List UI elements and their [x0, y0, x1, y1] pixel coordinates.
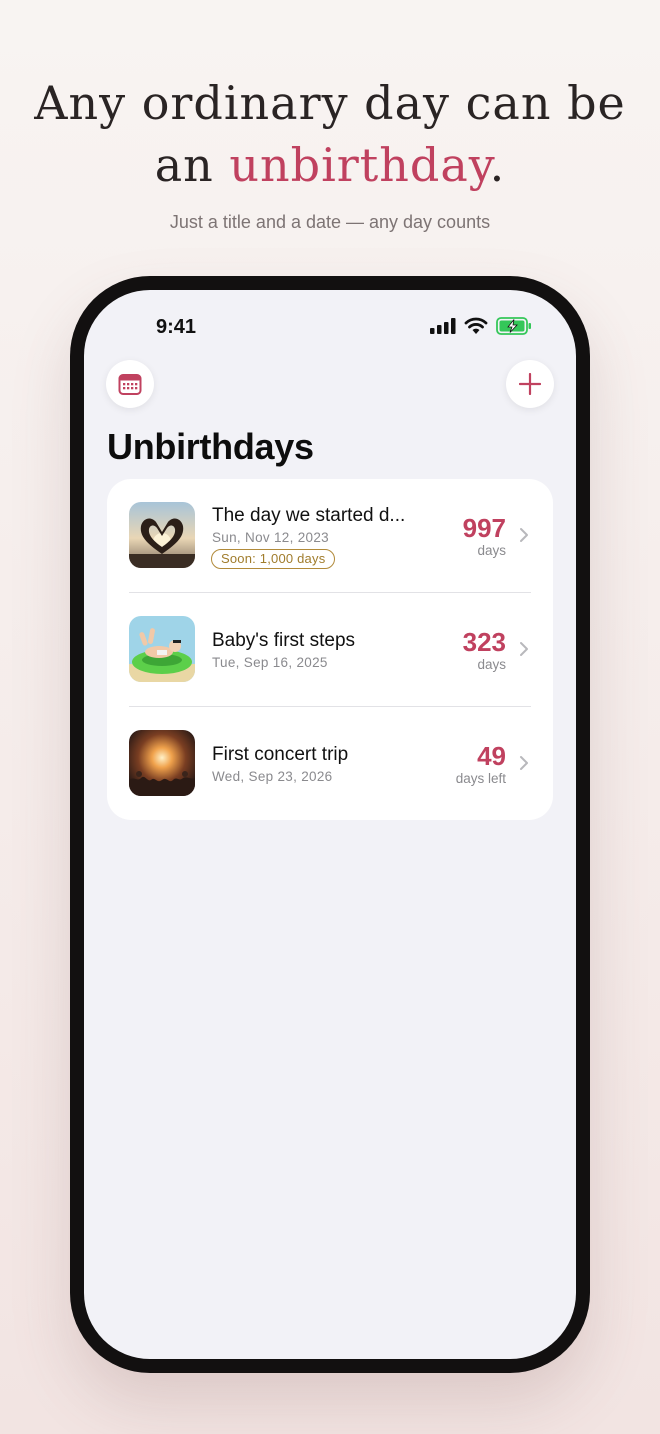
heart-hands-photo — [129, 502, 195, 568]
list-item[interactable]: Baby's first steps Tue, Sep 16, 2025 323… — [107, 593, 553, 707]
headline-accent: unbirthday — [229, 138, 490, 192]
chevron-right-icon — [520, 642, 528, 656]
phone-screen: 9:41 Unbirthdays The day we started d...… — [84, 290, 576, 1359]
battery-charging-icon — [496, 317, 531, 335]
cellular-signal-icon — [430, 318, 456, 334]
calendar-icon — [118, 374, 142, 395]
day-count: 323 — [462, 627, 506, 657]
item-date: Tue, Sep 16, 2025 — [212, 655, 328, 670]
unbirthday-list: The day we started d... Sun, Nov 12, 202… — [107, 479, 553, 820]
chevron-right-icon — [520, 756, 528, 770]
item-title: First concert trip — [212, 744, 349, 765]
day-count-unit: days left — [455, 771, 506, 786]
list-item[interactable]: First concert trip Wed, Sep 23, 2026 49 … — [107, 707, 553, 821]
calendar-button[interactable] — [106, 360, 154, 408]
wifi-icon — [464, 317, 488, 334]
headline-prefix: an — [154, 138, 230, 192]
list-item[interactable]: The day we started d... Sun, Nov 12, 202… — [107, 479, 553, 593]
item-date: Sun, Nov 12, 2023 — [212, 530, 329, 545]
subheadline: Just a title and a date — any day counts — [169, 212, 491, 232]
baby-float-photo — [129, 616, 195, 682]
headline-line-1: Any ordinary day can be — [34, 76, 626, 130]
status-icons — [430, 317, 532, 335]
day-count-unit: days — [477, 543, 506, 558]
chevron-right-icon — [520, 528, 528, 542]
day-count: 49 — [477, 741, 506, 771]
concert-photo — [129, 730, 195, 796]
headline: Any ordinary day can be an unbirthday. — [0, 72, 660, 196]
add-button[interactable] — [506, 360, 554, 408]
headline-suffix: . — [489, 138, 506, 192]
status-time: 9:41 — [156, 316, 197, 338]
plus-icon — [519, 373, 541, 395]
day-count: 997 — [462, 513, 506, 543]
item-title: Baby's first steps — [212, 630, 356, 651]
milestone-badge: Soon: 1,000 days — [211, 549, 336, 569]
phone-frame: 9:41 Unbirthdays The day we started d...… — [70, 276, 590, 1373]
item-title: The day we started d... — [212, 505, 406, 526]
item-date: Wed, Sep 23, 2026 — [212, 769, 333, 784]
day-count-unit: days — [477, 657, 506, 672]
headline-line-2: an unbirthday. — [0, 134, 660, 196]
screen-title: Unbirthdays — [107, 426, 314, 467]
